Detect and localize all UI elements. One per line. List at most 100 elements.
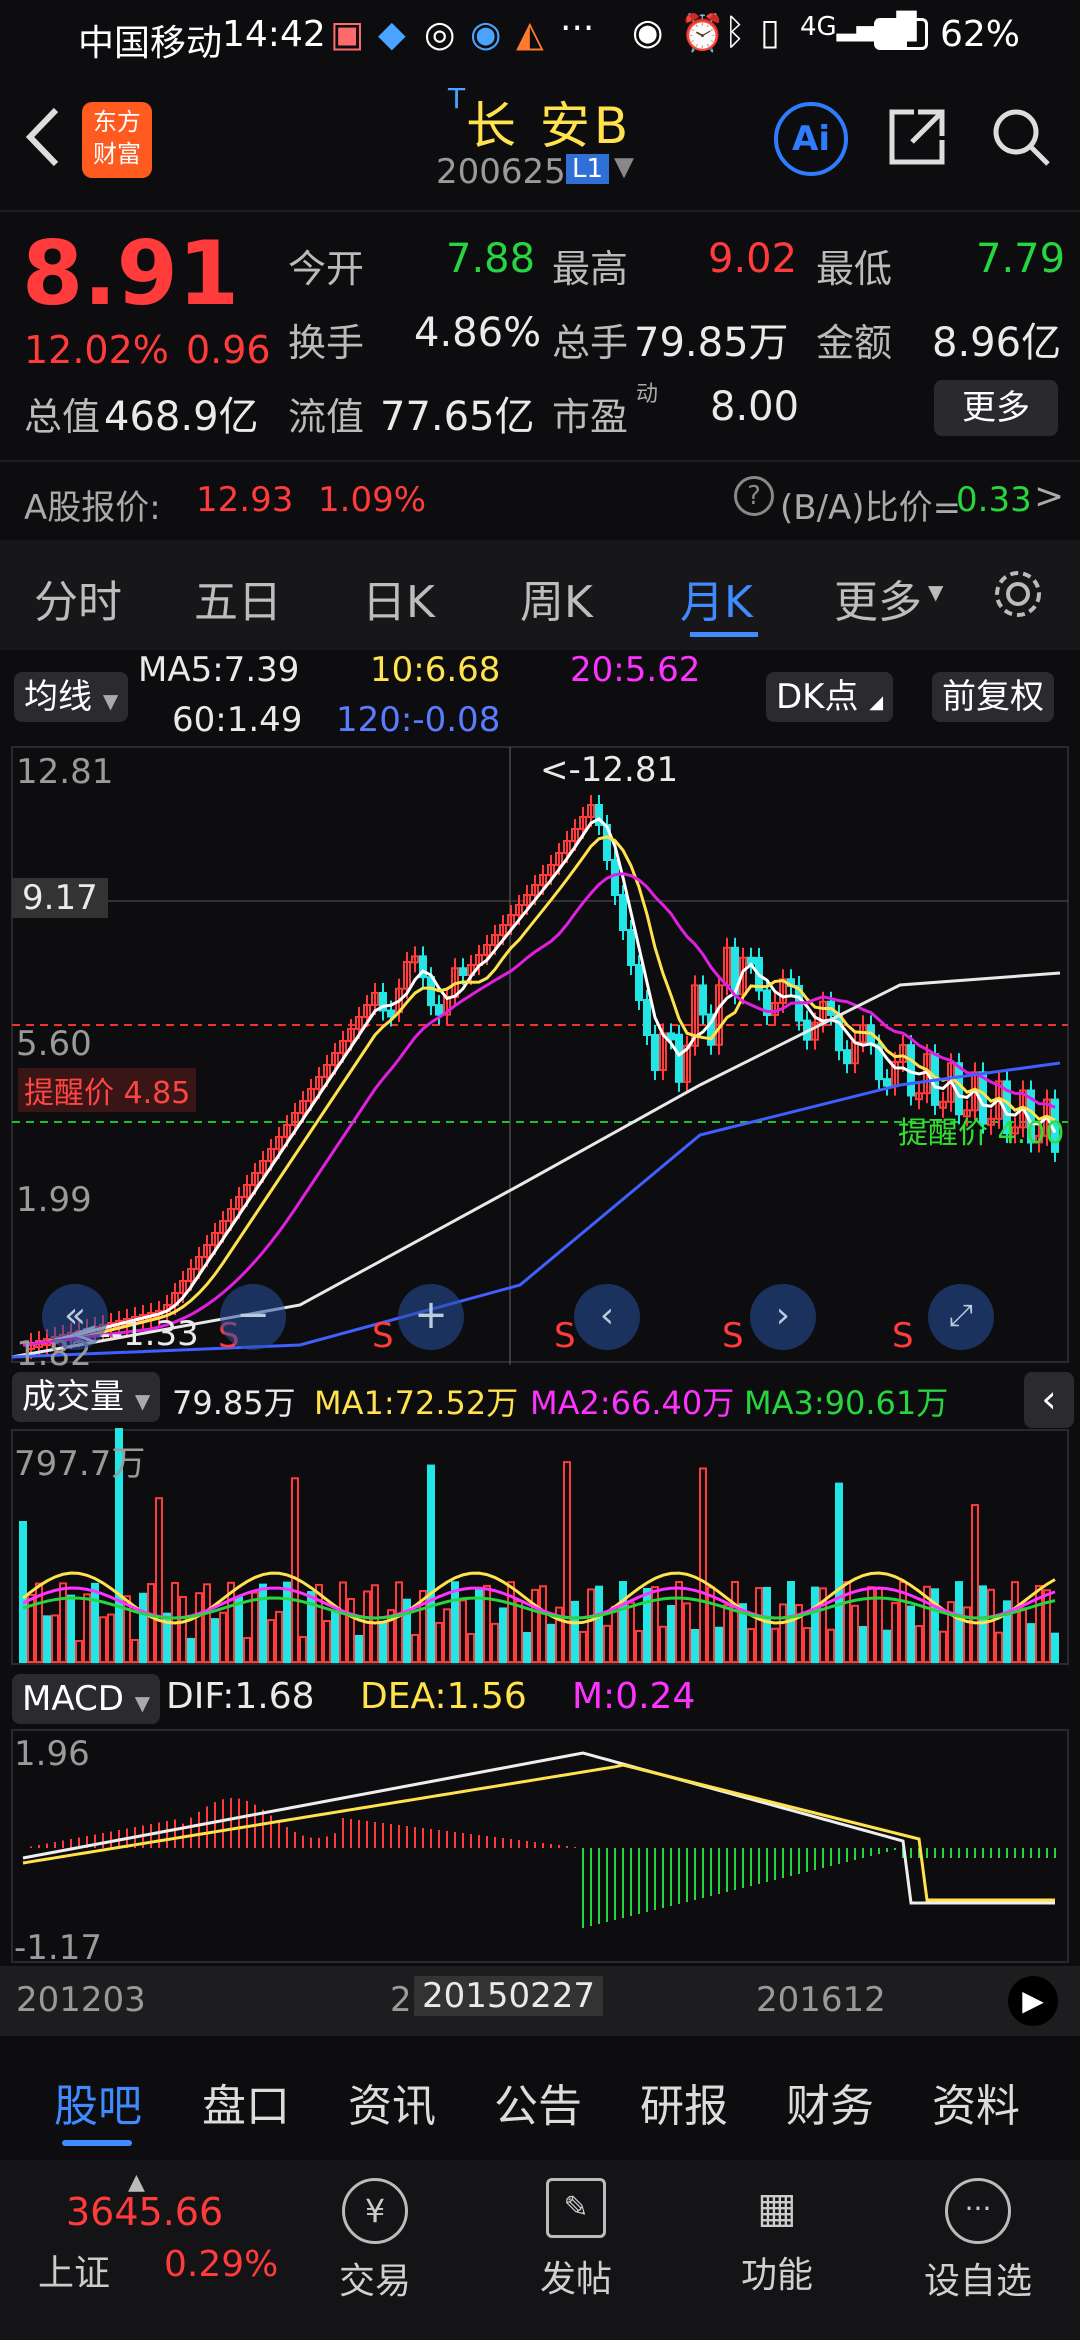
alarm-icon: ⏰ — [680, 13, 725, 54]
volume-bar — [83, 1593, 91, 1663]
scroll-right-button[interactable]: › — [750, 1284, 816, 1350]
app-logo: 东方 财富 — [82, 102, 152, 178]
volume-bar — [859, 1626, 867, 1663]
app-notif-icon: ▣ — [330, 14, 365, 55]
kline-chart[interactable] — [0, 745, 1080, 1365]
y-label-top: 12.81 — [16, 752, 114, 792]
moving-average-line — [11, 971, 1061, 1359]
dk-point-button[interactable]: DK点 ◢ — [766, 672, 894, 722]
alert-price-red[interactable]: 提醒价 4.85 — [18, 1068, 197, 1112]
candle — [435, 1004, 443, 1016]
volume-bar — [107, 1613, 115, 1664]
more-button[interactable]: 更多 — [934, 380, 1058, 436]
volume-bar — [619, 1581, 627, 1664]
scroll-far-left-button[interactable]: « — [42, 1284, 108, 1350]
play-icon[interactable]: ▶ — [1008, 1976, 1058, 2026]
tab-pankou[interactable]: 盘口 — [202, 2070, 290, 2134]
volume-bar — [531, 1588, 539, 1664]
ma20-value: 20:5.62 — [570, 650, 701, 690]
app-notif-icon: ◉ — [470, 14, 502, 55]
tab-five-day[interactable]: 五日 — [194, 566, 282, 630]
volume-bar — [659, 1625, 667, 1663]
tab-financials[interactable]: 财务 — [786, 2070, 874, 2134]
volume-bar — [91, 1582, 99, 1663]
settings-icon[interactable] — [990, 566, 1046, 622]
candle — [699, 984, 707, 1016]
volume-bar — [331, 1610, 339, 1663]
post-button[interactable]: ✎ 发帖 — [526, 2178, 626, 2302]
candle — [955, 1062, 963, 1116]
sell-marker: S — [372, 1316, 394, 1356]
volume-bar — [435, 1621, 443, 1663]
share-icon[interactable] — [884, 104, 950, 170]
sell-marker: S — [892, 1316, 914, 1356]
bluetooth-icon: ᛒ — [724, 12, 746, 53]
help-icon[interactable]: ? — [734, 476, 774, 516]
scroll-left-button[interactable]: ‹ — [574, 1284, 640, 1350]
volume-bar — [875, 1587, 883, 1663]
functions-button[interactable]: ▦ 功能 — [727, 2178, 827, 2298]
macd-m: M:0.24 — [572, 1676, 696, 1717]
adjust-button[interactable]: 前复权 — [932, 672, 1054, 722]
volume-value: 79.85万 — [634, 320, 789, 366]
zoom-out-button[interactable]: − — [220, 1284, 286, 1350]
back-icon[interactable] — [18, 102, 68, 172]
ma120-value: 120:-0.08 — [336, 700, 501, 740]
volume-bar — [67, 1594, 75, 1663]
volume-bar — [347, 1597, 355, 1663]
tab-research[interactable]: 研报 — [640, 2070, 728, 2134]
add-watchlist-button[interactable]: ··· 设自选 — [918, 2178, 1038, 2304]
change-percent: 12.02% — [24, 328, 169, 372]
index-value[interactable]: 3645.66 — [66, 2190, 223, 2234]
macd-dropdown[interactable]: MACD ▼ — [12, 1674, 161, 1724]
tab-guba[interactable]: 股吧 — [54, 2070, 142, 2134]
pe-value: 8.00 — [710, 384, 800, 430]
ai-button[interactable]: Ai — [774, 102, 848, 176]
fullscreen-icon[interactable]: ⤢ — [928, 1284, 994, 1350]
tab-profile[interactable]: 资料 — [932, 2070, 1020, 2134]
collapse-panel-button[interactable]: ‹ — [1024, 1372, 1074, 1428]
trade-button[interactable]: ¥ 交易 — [325, 2178, 425, 2304]
tab-daily-k[interactable]: 日K — [362, 566, 435, 630]
volume-dropdown[interactable]: 成交量 ▼ — [12, 1372, 161, 1422]
volume-bar — [291, 1477, 299, 1663]
index-percent[interactable]: 0.29% — [164, 2244, 278, 2285]
ma60-value: 60:1.49 — [172, 700, 303, 740]
volume-bar — [611, 1605, 619, 1663]
zoom-in-button[interactable]: + — [398, 1284, 464, 1350]
volume-bar — [907, 1605, 915, 1664]
candle — [667, 1032, 675, 1041]
volume-bar — [51, 1614, 59, 1664]
active-tab-indicator — [62, 2140, 132, 2146]
tab-more[interactable]: 更多 — [834, 566, 922, 630]
search-icon[interactable] — [988, 104, 1054, 170]
volume-label: 总手 — [552, 321, 629, 365]
dropdown-icon[interactable]: ▼ — [614, 152, 634, 182]
index-name[interactable]: 上证 — [38, 2244, 110, 2296]
tab-intraday[interactable]: 分时 — [34, 566, 122, 630]
tab-announcements[interactable]: 公告 — [494, 2070, 582, 2134]
alert-price-green[interactable]: 提醒价 4.00 — [898, 1108, 1064, 1152]
volume-bar — [179, 1595, 187, 1663]
more-notif-icon: ··· — [560, 8, 595, 49]
volume-bar — [547, 1623, 555, 1663]
volume-ma3: MA3:90.61万 — [744, 1384, 949, 1422]
content-tabs: 股吧 盘口 资讯 公告 研报 财务 资料 — [0, 2050, 1080, 2150]
stock-name: 长 安B — [466, 97, 633, 155]
grid-icon: ▦ — [757, 2183, 797, 2232]
volume-bar — [323, 1620, 331, 1663]
volume-bar — [723, 1604, 731, 1663]
x-axis: 201203 2 20150227 201612 ▶ — [0, 1966, 1080, 2036]
tab-monthly-k[interactable]: 月K — [680, 566, 753, 630]
volume-bar — [803, 1627, 811, 1664]
chevron-right-icon[interactable]: > — [1034, 476, 1064, 517]
tab-news[interactable]: 资讯 — [348, 2070, 436, 2134]
amount-value: 8.96亿 — [932, 320, 1062, 366]
candle — [611, 859, 619, 896]
macd-dea: DEA:1.56 — [360, 1676, 527, 1717]
ma-dropdown[interactable]: 均线 ▼ — [14, 672, 129, 722]
divider — [0, 460, 1080, 462]
tab-weekly-k[interactable]: 周K — [520, 566, 593, 630]
pe-label: 市盈 — [552, 395, 629, 439]
volume-bar — [147, 1583, 155, 1663]
